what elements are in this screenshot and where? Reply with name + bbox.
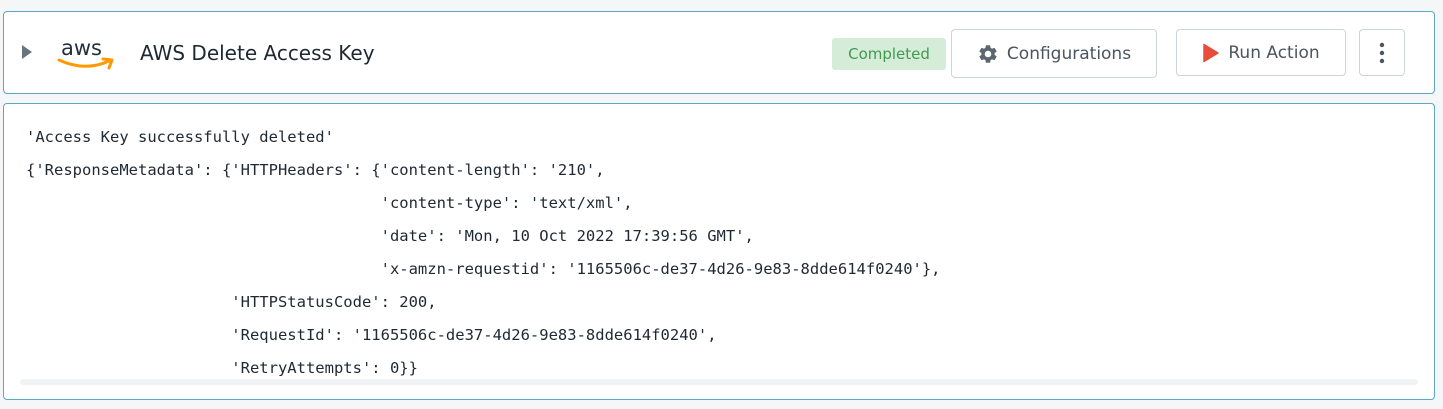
play-icon (1202, 43, 1220, 63)
aws-smile-icon (57, 57, 114, 70)
output-line: 'date': 'Mon, 10 Oct 2022 17:39:56 GMT', (26, 227, 754, 245)
kebab-menu-icon (1379, 42, 1385, 64)
action-title: AWS Delete Access Key (140, 41, 375, 65)
configurations-button[interactable]: Configurations (951, 29, 1157, 78)
output-line: 'HTTPStatusCode': 200, (26, 293, 437, 311)
output-line: {'ResponseMetadata': {'HTTPHeaders': {'c… (26, 161, 605, 179)
status-badge: Completed (832, 38, 946, 70)
configurations-label: Configurations (1006, 43, 1132, 64)
output-line: 'RetryAttempts': 0}} (26, 359, 418, 377)
output-line: 'Access Key successfully deleted' (26, 128, 334, 146)
output-line: 'x-amzn-requestid': '1165506c-de37-4d26-… (26, 260, 941, 278)
output-text: 'Access Key successfully deleted' {'Resp… (26, 121, 941, 385)
output-panel: 'Access Key successfully deleted' {'Resp… (3, 103, 1435, 400)
aws-logo: aws (54, 36, 120, 76)
caret-right-icon (22, 45, 32, 59)
run-action-label: Run Action (1228, 42, 1320, 63)
output-line: 'RequestId': '1165506c-de37-4d26-9e83-8d… (26, 326, 717, 344)
output-line: 'content-type': 'text/xml', (26, 194, 633, 212)
run-action-button[interactable]: Run Action (1176, 29, 1346, 76)
gear-icon (977, 43, 999, 65)
expand-toggle[interactable] (20, 44, 34, 60)
action-card-header: aws AWS Delete Access Key Completed Conf… (3, 11, 1435, 94)
more-options-button[interactable] (1359, 29, 1405, 76)
horizontal-scrollbar[interactable] (20, 379, 1418, 385)
